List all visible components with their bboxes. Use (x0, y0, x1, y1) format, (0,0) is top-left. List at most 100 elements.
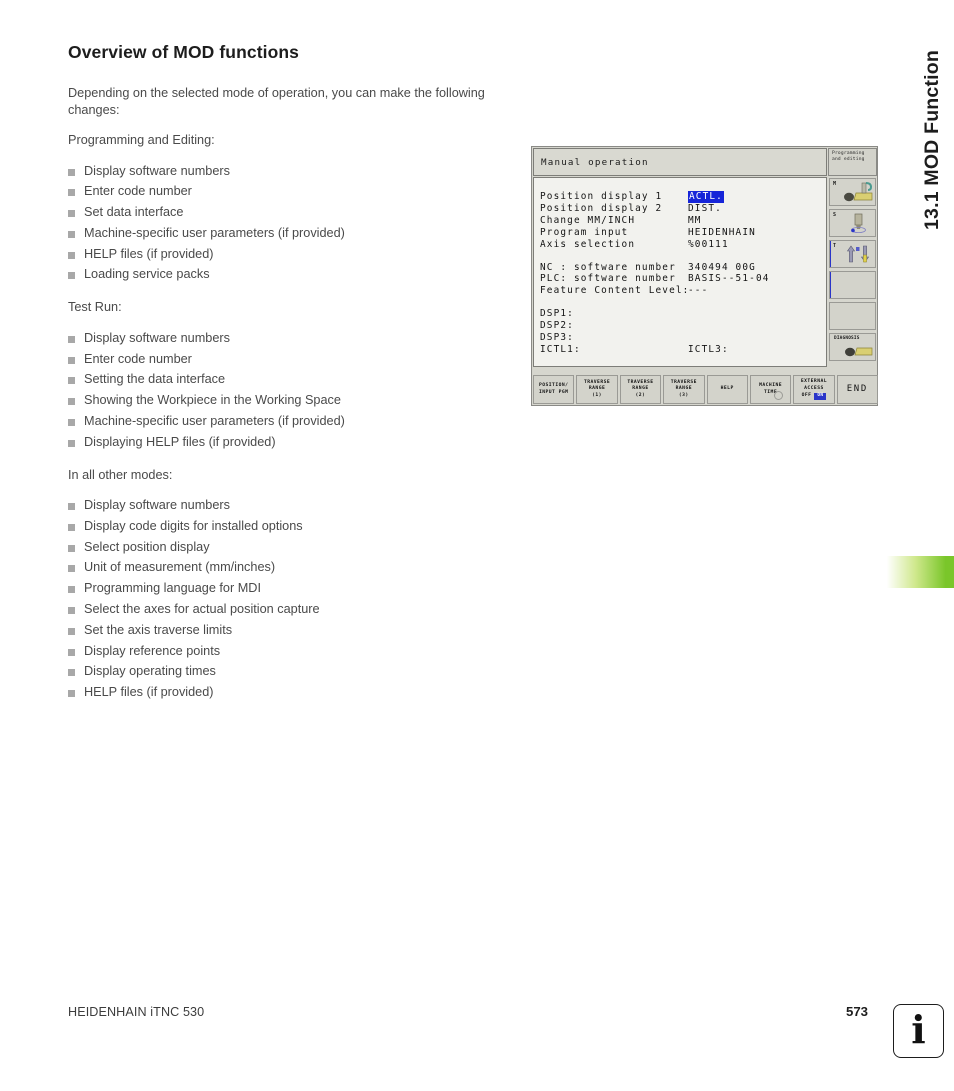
list-item-label: Display software numbers (84, 163, 230, 178)
softkey-spindle-s[interactable]: S (829, 209, 876, 237)
page-number: 573 (846, 1004, 869, 1019)
softkey-end[interactable]: END (836, 375, 878, 404)
setting-row: Change MM/INCH MM (540, 215, 826, 227)
setting-row: Position display 2 DIST. (540, 203, 826, 215)
list-item: Displaying HELP files (if provided) (68, 432, 498, 453)
softkey-active-marker (830, 272, 831, 298)
section-label-0: Programming and Editing: (68, 133, 215, 147)
softkey-traverse-range-2[interactable]: TRAVERSE RANGE (2) (619, 375, 662, 404)
setting-value[interactable]: DIST. (688, 203, 722, 215)
diagnostic-row: DSP1: (540, 308, 826, 320)
softkey-line2: INPUT PGM (538, 389, 569, 395)
setting-row: Program input HEIDENHAIN (540, 227, 826, 239)
diagnostic-label: DSP3: (540, 332, 574, 344)
list-item: Machine-specific user parameters (if pro… (68, 223, 498, 244)
softkey-traverse-range-1[interactable]: TRAVERSE RANGE (1) (576, 375, 618, 404)
bullet-square-icon (68, 439, 75, 447)
softkey-line2: RANGE (632, 386, 649, 392)
softkey-blank-2[interactable] (829, 302, 876, 330)
bullet-list-test-run: Display software numbers Enter code numb… (68, 328, 498, 453)
softkey-tool-change[interactable]: T (829, 240, 876, 268)
cnc-mode-title: Manual operation (541, 156, 649, 168)
diagnostic-label: ICTL1: (540, 343, 581, 355)
setting-value[interactable]: %00111 (688, 239, 729, 251)
softkey-line1: EXTERNAL (800, 379, 828, 385)
list-item: Display code digits for installed option… (68, 516, 498, 537)
bullet-square-icon (68, 377, 75, 385)
softkey-external-access[interactable]: EXTERNAL ACCESS OFF ON (793, 375, 835, 404)
intro-paragraph: Depending on the selected mode of operat… (68, 86, 485, 117)
list-item-label: Set data interface (84, 205, 184, 220)
softkey-machine-time[interactable]: MACHINE TIME (749, 375, 792, 404)
setting-label: Position display 1 (540, 191, 663, 202)
cnc-vertical-softkey-column: M S T DIAGNOSIS (829, 178, 876, 366)
version-value: 340494 00G (688, 261, 756, 273)
setting-label: Position display 2 (540, 202, 663, 214)
softkey-position-input-pgm[interactable]: POSITION/ INPUT PGM (533, 375, 575, 404)
spindle-s-icon (851, 213, 866, 233)
list-item-label: Display operating times (84, 664, 216, 679)
version-label: PLC: software number (540, 273, 676, 285)
softkey-label: M (833, 181, 837, 187)
setting-row: Axis selection %00111 (540, 239, 826, 251)
setting-label: Axis selection (540, 238, 636, 250)
bullet-square-icon (68, 503, 75, 511)
bullet-square-icon (68, 335, 75, 343)
bullet-square-icon (68, 230, 75, 238)
document-page: 13.1 MOD Function Overview of MOD functi… (0, 0, 954, 1091)
setting-value[interactable]: HEIDENHAIN (688, 227, 756, 239)
list-item: HELP files (if provided) (68, 682, 498, 703)
setting-label: Program input (540, 226, 629, 238)
bullet-square-icon (68, 523, 75, 531)
list-item: Set the axis traverse limits (68, 620, 498, 641)
softkey-help[interactable]: HELP (706, 375, 748, 404)
softkey-line1: MACHINE (759, 382, 783, 388)
diagnostic-label: DSP1: (540, 308, 574, 320)
diagnostic-label: DSP2: (540, 320, 574, 332)
bullet-square-icon (68, 189, 75, 197)
list-item-label: Display software numbers (84, 498, 230, 513)
softkey-line2: ACCESS (804, 385, 824, 391)
list-item-label: Enter code number (84, 184, 192, 199)
softkey-line1: HELP (720, 386, 734, 392)
list-item-label: Set the axis traverse limits (84, 622, 233, 637)
section-label-2: In all other modes: (68, 467, 173, 482)
list-item-label: Machine-specific user parameters (if pro… (84, 413, 345, 428)
list-item: Machine-specific user parameters (if pro… (68, 411, 498, 432)
cnc-content-area: Position display 1 ACTL. Position display… (533, 177, 827, 367)
toggle-on-label: ON (814, 393, 827, 400)
softkey-diagnosis[interactable]: DIAGNOSIS (829, 333, 876, 361)
list-item-label: Displaying HELP files (if provided) (84, 434, 276, 449)
list-item: Select the axes for actual position capt… (68, 599, 498, 620)
softkey-line3: (2) (635, 392, 646, 398)
bullet-square-icon (68, 251, 75, 259)
setting-value-selected[interactable]: ACTL. (688, 191, 724, 203)
softkey-line2: RANGE (675, 386, 692, 392)
cnc-mode-indicator: Programming and editing (828, 148, 877, 176)
diagnosis-icon (845, 347, 873, 357)
external-access-toggle[interactable]: OFF ON (802, 393, 827, 400)
setting-value[interactable]: MM (688, 215, 702, 227)
bullet-square-icon (68, 690, 75, 698)
list-item: Loading service packs (68, 264, 498, 285)
version-value: --- (688, 285, 709, 297)
list-item-label: Loading service packs (84, 267, 210, 282)
list-item-label: Setting the data interface (84, 372, 226, 387)
softkey-spindle-m[interactable]: M (829, 178, 876, 206)
softkey-line3: (1) (592, 392, 602, 398)
version-label: NC : software number (540, 261, 676, 273)
bullet-square-icon (68, 627, 75, 635)
list-item-label: Display software numbers (84, 330, 230, 345)
list-item: Programming language for MDI (68, 578, 498, 599)
list-item-label: Display reference points (84, 643, 221, 658)
bullet-list-programming-editing: Display software numbers Enter code numb… (68, 161, 498, 286)
spindle-m-icon (844, 182, 873, 202)
list-item-label: Unit of measurement (mm/inches) (84, 560, 276, 575)
softkey-blank-1[interactable] (829, 271, 876, 299)
info-icon: i (893, 1004, 944, 1058)
bullet-square-icon (68, 272, 75, 280)
diagnostic-row: ICTL1: ICTL3: (540, 344, 826, 356)
softkey-traverse-range-3[interactable]: TRAVERSE RANGE (3) (663, 375, 705, 404)
softkey-line1: END (846, 384, 868, 395)
bullet-square-icon (68, 607, 75, 615)
